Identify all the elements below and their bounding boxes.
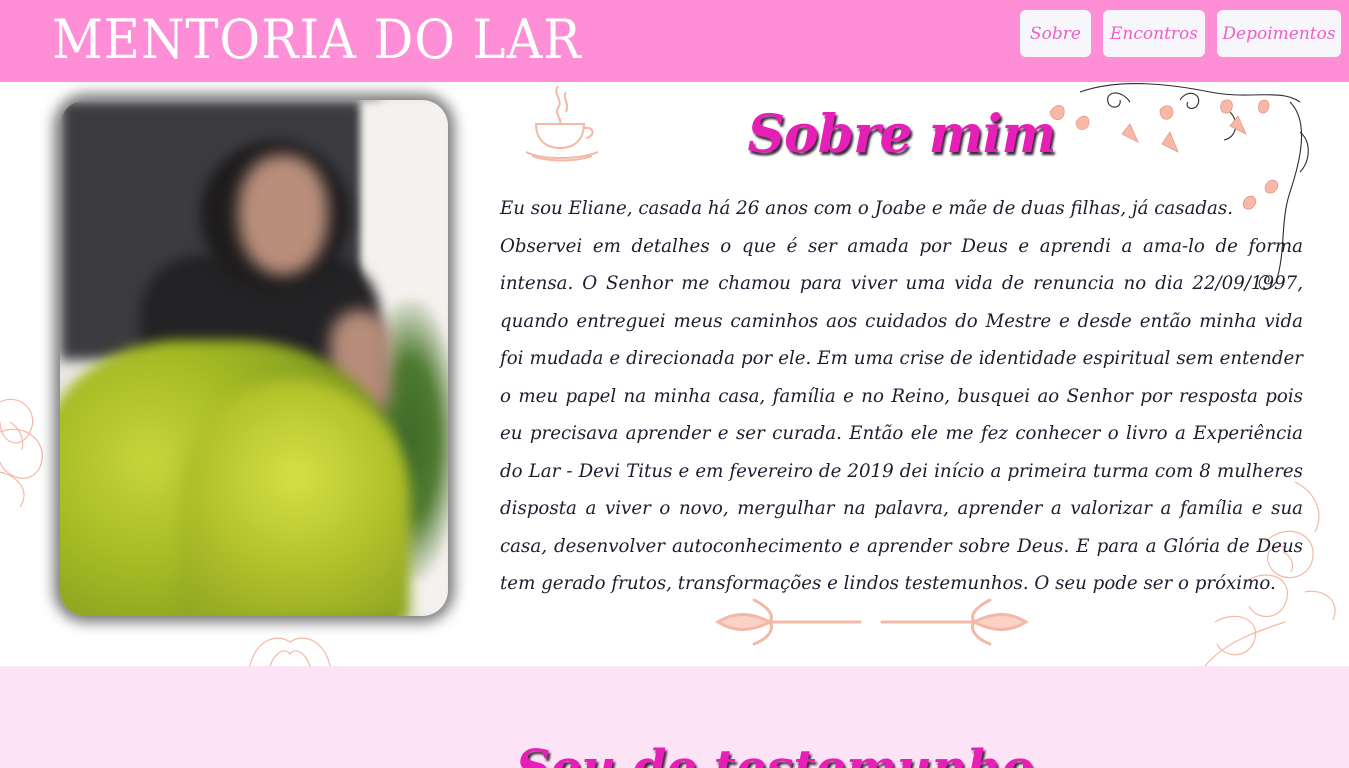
testimonials-title: Seu de testemunho (516, 740, 1034, 768)
brand-logo[interactable]: MENTORIA DO LAR (52, 8, 582, 71)
site-header: MENTORIA DO LAR Sobre Encontros Depoimen… (0, 0, 1349, 82)
profile-photo (60, 100, 448, 616)
about-title: Sobre mim (747, 104, 1057, 165)
bio-line-intro: Eu sou Eliane, casada há 26 anos com o J… (500, 198, 1234, 219)
bio-paragraph: Observei em detalhes o que é ser amada p… (500, 235, 1303, 595)
arrow-divider-decoration (715, 598, 1029, 646)
nav-depoimentos-button[interactable]: Depoimentos (1217, 10, 1341, 57)
about-bio: Eu sou Eliane, casada há 26 anos com o J… (500, 190, 1303, 603)
about-section: Sobre mim Eu sou Eliane, casada há 26 an… (0, 82, 1349, 666)
nav-sobre-button[interactable]: Sobre (1020, 10, 1091, 57)
nav-encontros-button[interactable]: Encontros (1103, 10, 1205, 57)
main-nav: Sobre Encontros Depoimentos (1020, 10, 1341, 57)
flower-outline-decoration (249, 637, 331, 666)
testimonials-section: Seu de testemunho (0, 666, 1349, 768)
flower-outline-decoration (0, 398, 43, 508)
